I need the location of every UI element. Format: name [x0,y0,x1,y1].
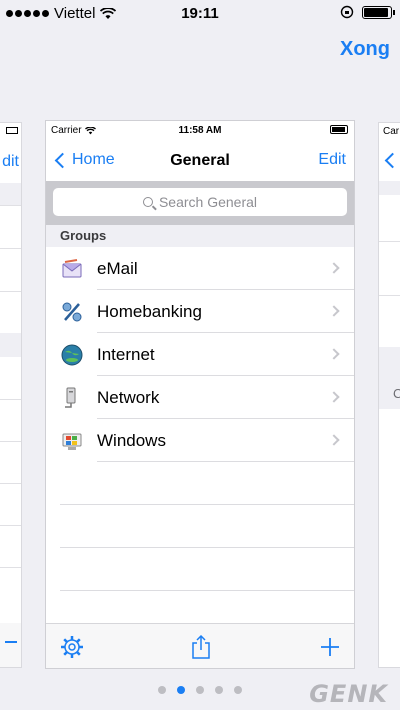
card-time: 11:58 AM [178,125,222,136]
left-card-search-bar [0,183,21,205]
left-card-divider [0,483,21,484]
left-card-minus-icon [5,641,17,643]
left-card-divider [0,525,21,526]
page-dot[interactable] [215,686,223,694]
list-item-label: eMail [97,247,354,290]
right-card-divider [379,295,400,296]
add-button[interactable] [316,633,344,661]
left-card-section [0,333,21,357]
left-card-edit-label: dit [2,153,19,170]
status-right [340,5,395,19]
watermark-logo: GENK [309,680,388,708]
card-battery-icon [330,125,348,134]
right-card-section-letter: C [393,386,400,401]
left-card-divider [0,291,21,292]
right-card-preview[interactable]: Car C [378,122,400,668]
bottom-toolbar [46,623,354,668]
share-icon [192,634,210,659]
left-card-battery-icon [6,127,18,134]
empty-row [60,505,354,548]
right-card-back-icon [384,152,400,169]
empty-row [60,462,354,505]
page-dot[interactable] [196,686,204,694]
right-card-carrier: Car [383,126,400,137]
settings-button[interactable] [58,633,86,661]
card-status-bar: Carrier 11:58 AM [46,121,354,141]
right-card-divider [379,241,400,242]
list-item-network[interactable]: Network [46,376,354,419]
card-nav-bar: Home General Edit [46,141,354,181]
list-item-label: Internet [97,333,354,376]
list-item-email[interactable]: eMail [46,247,354,290]
share-button[interactable] [187,633,215,661]
done-button[interactable]: Xong [340,38,390,61]
list-item-internet[interactable]: Internet [46,333,354,376]
empty-row [60,548,354,591]
left-card-divider [0,205,21,206]
plus-icon [321,638,339,656]
rotation-lock-icon [340,5,354,19]
status-bar: Viettel 19:11 [0,0,400,26]
search-bar: Search General [46,181,354,225]
left-card-divider [0,441,21,442]
list-item-windows[interactable]: Windows [46,419,354,462]
outer-nav: Xong [340,38,390,61]
left-card-divider [0,399,21,400]
right-card-search-bar [379,181,400,195]
search-icon [142,197,153,207]
globe-icon [60,343,84,367]
windows-icon [60,429,84,453]
left-card-toolbar [0,623,21,667]
page-title: General [170,152,230,169]
list-item-label: Homebanking [97,290,354,333]
left-card-divider [0,248,21,249]
search-placeholder: Search General [158,194,258,210]
groups-card: Carrier 11:58 AM Home General Edit Searc… [45,120,355,669]
battery-icon [362,5,395,19]
left-card-preview[interactable]: dit [0,122,22,668]
list-item-label: Network [97,376,354,419]
edit-button[interactable]: Edit [318,151,346,169]
left-card-divider [0,567,21,568]
network-icon [60,386,84,410]
gear-icon [61,636,83,658]
page-dot[interactable] [234,686,242,694]
list-item-label: Windows [97,419,354,462]
page-dot[interactable] [158,686,166,694]
search-input[interactable]: Search General [53,188,347,216]
section-header-groups: Groups [46,225,354,247]
email-icon [60,257,84,281]
list-item-homebanking[interactable]: Homebanking [46,290,354,333]
page-dot-active[interactable] [177,686,185,694]
percent-icon [60,300,84,324]
